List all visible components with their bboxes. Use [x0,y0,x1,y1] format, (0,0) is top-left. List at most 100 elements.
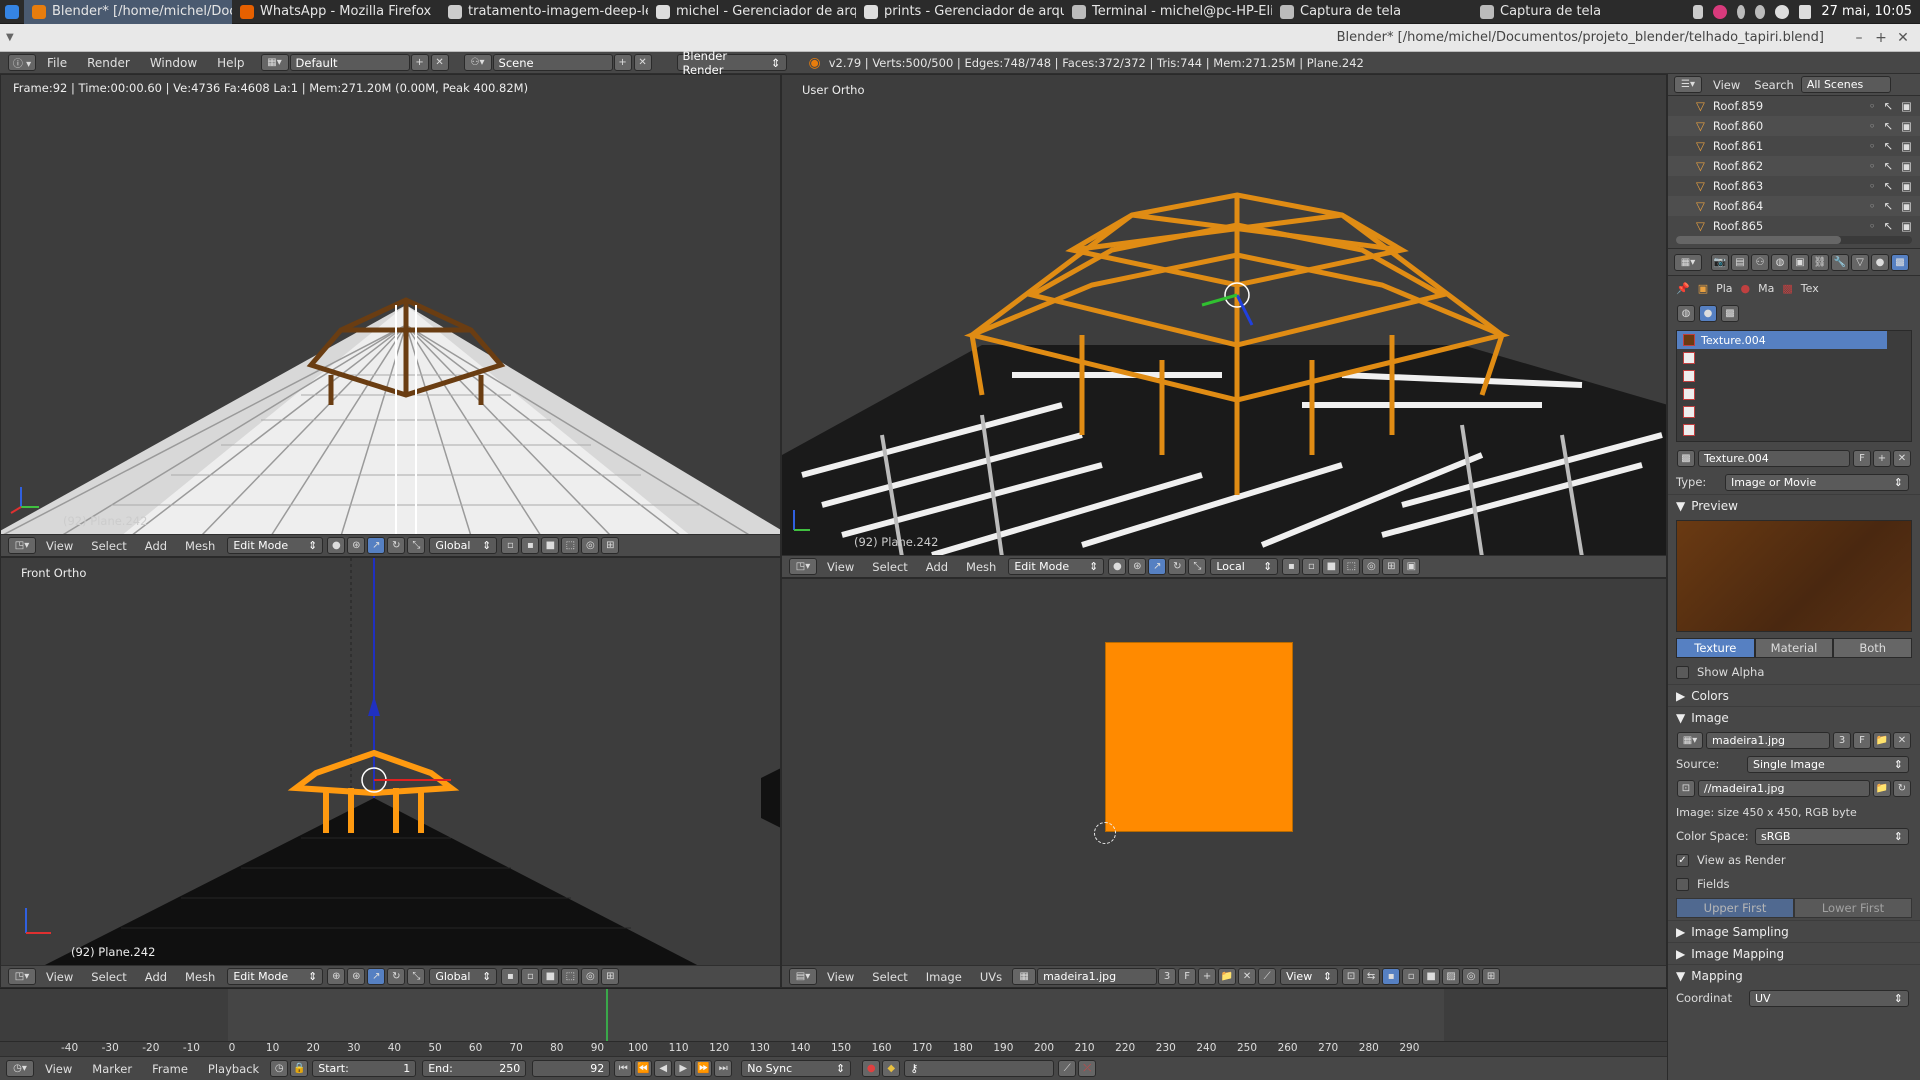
manipulator-scale-icon[interactable]: ⤡ [1188,558,1207,575]
viewport-camera[interactable]: Frame:92 | Time:00:00.60 | Ve:4736 Fa:46… [0,74,781,557]
edge-select-icon[interactable]: ▫ [1302,558,1321,575]
menu-view[interactable]: View [37,539,82,553]
add-scene-button[interactable]: + [613,54,632,71]
uv-vertex-select-icon[interactable]: ▪ [1382,968,1401,985]
manipulator-translate-icon[interactable]: ↗ [367,968,386,985]
editor-type-3d-icon[interactable]: ◳▾ [8,537,36,554]
start-frame-field[interactable]: Start: 1 [312,1060,417,1077]
delete-keyframe-icon[interactable]: ⤫ [1078,1060,1097,1077]
app-indicator-icon[interactable] [1713,4,1728,19]
restrict-render-icon[interactable]: ▣ [1901,219,1912,233]
outliner-item[interactable]: ▽ Roof.860 ◦ ↖ ▣ [1668,116,1920,136]
show-alpha-row[interactable]: Show Alpha [1668,660,1920,684]
snap-icon[interactable]: ⊞ [601,968,620,985]
proportional-edit-icon[interactable]: ◎ [581,537,600,554]
eye-icon[interactable]: ◦ [1869,119,1876,133]
color-space-select[interactable]: sRGB ⇕ [1755,827,1909,845]
remove-layout-button[interactable]: ✕ [430,54,449,71]
editor-type-timeline-icon[interactable]: ◷▾ [6,1060,34,1077]
window-menu-icon[interactable]: ▼ [6,32,14,43]
snap-icon[interactable]: ⊞ [601,537,620,554]
uv-island-select-icon[interactable]: ▨ [1442,968,1461,985]
coordinates-select[interactable]: UV ⇕ [1749,989,1909,1007]
colors-panel-header[interactable]: ▶ Colors [1668,684,1920,706]
menu-file[interactable]: File [37,56,77,70]
occlude-geometry-icon[interactable]: ⬚ [561,968,580,985]
timeline-menu-view[interactable]: View [35,1062,82,1076]
restrict-select-icon[interactable]: ↖ [1883,159,1893,173]
menu-image[interactable]: Image [917,970,971,984]
menu-uvs[interactable]: UVs [971,970,1011,984]
vertex-select-icon[interactable]: ▪ [521,537,540,554]
object-tab-icon[interactable]: ▣ [1791,253,1809,271]
sync-select[interactable]: No Sync ⇕ [741,1060,852,1077]
uv-image-editor[interactable]: ▤▾ View Select Image UVs ▦ madeira1.jpg … [781,578,1667,988]
network-icon[interactable] [1755,4,1766,19]
editor-type-properties-icon[interactable]: ▦▾ [1674,253,1702,271]
menu-select[interactable]: Select [863,970,916,984]
image-name-field[interactable]: madeira1.jpg [1706,731,1830,749]
menu-add[interactable]: Add [136,970,176,984]
taskbar-app[interactable]: michel - Gerenciador de arq... [648,0,856,24]
mode-select[interactable]: Edit Mode ⇕ [227,968,324,985]
filepath-field[interactable]: //madeira1.jpg [1698,779,1870,797]
taskbar-app[interactable]: WhatsApp - Mozilla Firefox [232,0,440,24]
unlink-image-button[interactable]: ✕ [1238,968,1257,985]
pivot-point-icon[interactable]: ⊛ [347,968,366,985]
render-layers-tab-icon[interactable]: ▤ [1731,253,1749,271]
jump-keyframe-forward-icon[interactable]: ⏩ [694,1060,713,1077]
fake-user-button[interactable]: F [1178,968,1197,985]
jump-end-icon[interactable]: ⏭ [714,1060,733,1077]
outliner-item[interactable]: ▽ Roof.859 ◦ ↖ ▣ [1668,96,1920,116]
mapping-header[interactable]: ▼ Mapping [1668,964,1920,986]
preview-tab-texture[interactable]: Texture [1676,638,1755,658]
fields-checkbox[interactable] [1676,877,1689,891]
view-mode-select[interactable]: View ⇕ [1280,968,1339,985]
taskbar-app[interactable]: prints - Gerenciador de arqui... [856,0,1064,24]
2d-cursor-icon[interactable] [1094,822,1116,844]
texture-slot[interactable] [1677,349,1911,367]
menu-add[interactable]: Add [917,560,957,574]
taskbar-app[interactable]: Captura de tela [1472,0,1692,24]
viewport-user-ortho[interactable]: User Ortho (92) Plane.242 ◳▾ View Select… [781,74,1667,578]
image-users-count[interactable]: 3 [1833,731,1851,749]
clock[interactable]: 27 mai, 10:05 [1821,4,1912,19]
vertex-select-icon[interactable]: ▪ [501,968,520,985]
menu-render[interactable]: Render [77,56,140,70]
open-image-icon[interactable]: 📁 [1218,968,1237,985]
auto-keying-icon[interactable]: ● [862,1060,881,1077]
menu-view[interactable]: View [818,560,863,574]
sync-selection-icon[interactable]: ⇆ [1362,968,1381,985]
restrict-render-icon[interactable]: ▣ [1901,199,1912,213]
viewport-shading-icon[interactable]: ● [1108,558,1127,575]
show-alpha-checkbox[interactable] [1676,665,1689,679]
view-as-render-row[interactable]: ✓ View as Render [1668,848,1920,872]
breadcrumb-material[interactable]: Ma [1758,282,1774,295]
preview-panel-header[interactable]: ▼ Preview [1668,494,1920,516]
menu-add[interactable]: Add [136,539,176,553]
fields-row[interactable]: Fields [1668,872,1920,896]
eye-icon[interactable]: ◦ [1869,199,1876,213]
pin-icon[interactable]: 📌 [1676,282,1690,295]
view-as-render-checkbox[interactable]: ✓ [1676,853,1689,867]
transform-orientation-select[interactable]: Global ⇕ [429,537,498,554]
restrict-render-icon[interactable]: ▣ [1901,179,1912,193]
menu-select[interactable]: Select [82,539,135,553]
proportional-edit-icon[interactable]: ◎ [1462,968,1481,985]
mode-select[interactable]: Edit Mode ⇕ [227,537,324,554]
reload-icon[interactable]: ↻ [1893,779,1911,797]
preview-tab-material[interactable]: Material [1754,638,1834,658]
image-sampling-header[interactable]: ▶ Image Sampling [1668,920,1920,942]
timeline-menu-playback[interactable]: Playback [198,1062,269,1076]
image-name-field[interactable]: madeira1.jpg [1037,968,1158,985]
restrict-select-icon[interactable]: ↖ [1883,119,1893,133]
scene-icon[interactable]: ⚇▾ [463,54,492,71]
restrict-select-icon[interactable]: ↖ [1883,199,1893,213]
other-texture-context-icon[interactable]: ▩ [1721,304,1739,322]
editor-type-3d-icon[interactable]: ◳▾ [8,968,36,985]
breadcrumb-plane[interactable]: Pla [1716,282,1732,295]
data-tab-icon[interactable]: ▽ [1851,253,1869,271]
world-tab-icon[interactable]: ◍ [1771,253,1789,271]
screen-layout-field[interactable]: Default [289,54,410,71]
occlude-geometry-icon[interactable]: ⬚ [1342,558,1361,575]
